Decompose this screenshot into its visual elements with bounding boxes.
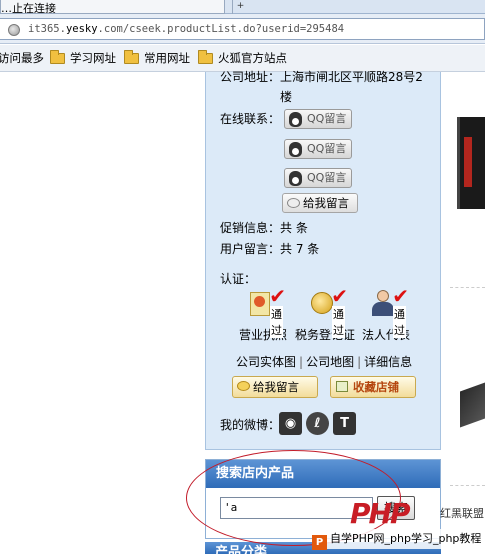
speech-bubble-icon [287, 198, 300, 208]
site-watermark: PHP 红黑联盟 P 自学PHP网_php学习_php教程 [312, 497, 485, 552]
cert-legal-rep[interactable]: ✔ 通过 法人代表 [351, 284, 421, 343]
new-tab-button[interactable]: + [232, 0, 248, 14]
tencent-weibo-icon[interactable]: ℓ [306, 412, 329, 435]
watermark-side-text: 红黑联盟 [440, 507, 484, 520]
qq-penguin-icon [289, 112, 302, 127]
bookmark-common-links[interactable]: 常用网址 [124, 45, 190, 72]
php-logo-icon: P [312, 535, 327, 550]
legal-rep-icon: ✔ 通过 [369, 284, 409, 338]
url-rest: .com/cseek.productList.do?userid=295484 [97, 23, 345, 35]
folder-icon [50, 50, 65, 64]
shop-info-panel: 公司地址：上海市闸北区平顺路28号2 楼 在线联系： QQ留言 QQ留言 QQ留… [205, 70, 441, 450]
weibo-label: 我的微博： [220, 418, 281, 432]
url-domain: yesky [65, 23, 98, 35]
bookmark-study-links[interactable]: 学习网址 [50, 45, 116, 72]
browser-tab-strip: …止在连接 + [0, 0, 485, 14]
qq-message-button-2[interactable]: QQ留言 [284, 139, 352, 159]
user-message-count: 用户留言：共 7 条 [220, 242, 320, 256]
qq-message-button-1[interactable]: QQ留言 [284, 109, 352, 129]
leave-message-button-top[interactable]: 给我留言 [282, 193, 358, 213]
check-icon: ✔ [331, 284, 348, 308]
favorite-shop-button[interactable]: 收藏店铺 [330, 376, 416, 398]
business-license-icon: ✔ 通过 [246, 284, 286, 338]
cert-tax-registration[interactable]: ✔ 通过 税务登记证 [290, 284, 360, 343]
browser-tab[interactable]: …止在连接 [0, 0, 225, 14]
favorite-icon [336, 381, 348, 392]
leave-message-button[interactable]: 给我留言 [232, 376, 318, 398]
t-weibo-icon[interactable]: T [333, 412, 356, 435]
qq-penguin-icon [289, 142, 302, 157]
divider [450, 485, 485, 486]
url-prefix: it365. [28, 23, 66, 35]
product-image-device[interactable] [460, 382, 485, 428]
tax-registration-icon: ✔ 通过 [308, 284, 348, 338]
check-icon: ✔ [392, 284, 409, 308]
qq-message-button-3[interactable]: QQ留言 [284, 168, 352, 188]
cert-label: 认证： [220, 272, 257, 286]
check-icon: ✔ [269, 284, 286, 308]
watermark-logo: PHP [350, 497, 411, 530]
address-bar[interactable]: it365.yesky.com/cseek.productList.do?use… [0, 18, 485, 40]
tab-title: …止在连接 [1, 2, 56, 14]
sina-weibo-icon[interactable]: ◉ [279, 412, 302, 435]
link-company-photo[interactable]: 公司实体图 [236, 355, 296, 369]
link-details[interactable]: 详细信息 [364, 355, 412, 369]
page-content: 公司地址：上海市闸北区平顺路28号2 楼 在线联系： QQ留言 QQ留言 QQ留… [0, 70, 485, 554]
company-address: 公司地址：上海市闸北区平顺路28号2 [220, 70, 423, 84]
company-links: 公司实体图 | 公司地图 | 详细信息 [236, 355, 413, 369]
speech-bubble-icon [237, 381, 250, 391]
link-company-map[interactable]: 公司地图 [306, 355, 354, 369]
folder-icon [198, 50, 213, 64]
product-image-printer[interactable] [457, 117, 485, 209]
navigation-bar: it365.yesky.com/cseek.productList.do?use… [0, 14, 485, 44]
company-address-cont: 楼 [280, 90, 293, 104]
bookmark-most-visited[interactable]: 访问最多 [0, 45, 44, 72]
online-contact-label: 在线联系： [220, 112, 281, 126]
cert-business-license[interactable]: ✔ 通过 营业执照 [228, 284, 298, 343]
watermark-band: P 自学PHP网_php学习_php教程 [312, 529, 485, 550]
promo-info: 促销信息：共 条 [220, 221, 308, 235]
globe-icon [8, 24, 20, 36]
folder-icon [124, 50, 139, 64]
divider [450, 287, 485, 288]
qq-penguin-icon [289, 171, 302, 186]
